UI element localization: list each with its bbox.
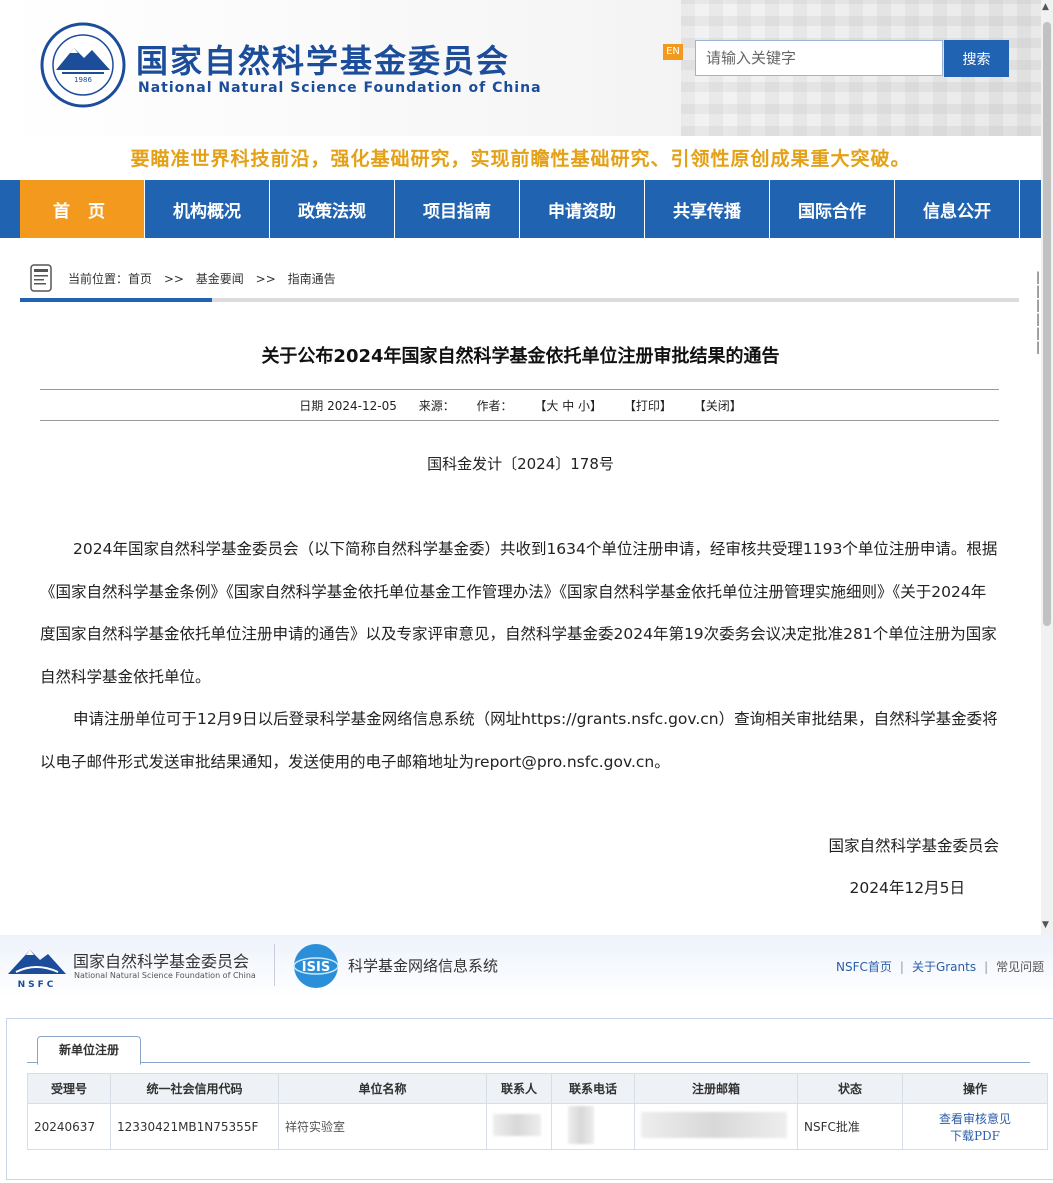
col-header: 统一社会信用代码 <box>110 1073 279 1104</box>
article-author: 作者： <box>476 399 513 413</box>
cell-unit-name: 祥符实验室 <box>278 1103 487 1150</box>
nav-funding[interactable]: 申请资助 <box>520 180 645 238</box>
nav-home[interactable]: 首 页 <box>20 180 145 238</box>
print-link[interactable]: 【打印】 <box>624 399 672 413</box>
search-button[interactable]: 搜索 <box>944 40 1009 77</box>
tab-underline <box>27 1062 1030 1063</box>
system-header: NSFC 国家自然科学基金委员会 National Natural Scienc… <box>0 936 1053 998</box>
nsfc-logo-text: NSFC <box>18 980 57 990</box>
article-meta: 日期 2024-12-05 来源： 作者： 【大 中 小】 【打印】 【关闭】 <box>0 397 1041 414</box>
scroll-up-icon[interactable]: ▲ <box>1042 2 1049 12</box>
cell-credit-code: 12330421MB1N75355F <box>110 1103 279 1150</box>
article-source: 来源： <box>418 399 455 413</box>
breadcrumb-separator: >> <box>255 272 276 286</box>
about-grants-link[interactable]: 关于Grants <box>912 960 976 974</box>
table-row: 20240637 12330421MB1N75355F 祥符实验室 NSFC批准… <box>27 1103 1048 1150</box>
article-paragraph: 申请注册单位可于12月9日以后登录科学基金网络信息系统（网址https://gr… <box>40 710 998 771</box>
system-top-links: NSFC首页 | 关于Grants | 常见问题 <box>836 960 1045 974</box>
nav-share[interactable]: 共享传播 <box>645 180 770 238</box>
article-body: 2024年国家自然科学基金委员会（以下简称自然科学基金委）共收到1634个单位注… <box>40 528 1000 783</box>
meta-divider <box>40 420 999 421</box>
col-header: 联系电话 <box>551 1073 635 1104</box>
nav-guide[interactable]: 项目指南 <box>395 180 520 238</box>
tab-new-unit-registration[interactable]: 新单位注册 <box>37 1036 141 1065</box>
cell-phone-redacted <box>551 1103 635 1150</box>
cell-contact-redacted <box>486 1103 552 1150</box>
cell-status: NSFC批准 <box>797 1103 903 1150</box>
meta-divider <box>40 389 999 390</box>
system-brand-subtitle: National Natural Science Foundation of C… <box>74 971 256 980</box>
col-header: 注册邮箱 <box>634 1073 798 1104</box>
col-header: 联系人 <box>486 1073 552 1104</box>
faq-link[interactable]: 常见问题 <box>996 960 1044 974</box>
english-switch[interactable]: EN <box>663 44 683 60</box>
table-header-row: 受理号 统一社会信用代码 单位名称 联系人 联系电话 注册邮箱 状态 操作 <box>27 1073 1048 1104</box>
header-divider <box>274 944 275 986</box>
isis-globe-logo: ISIS <box>293 944 339 988</box>
document-number: 国科金发计〔2024〕178号 <box>427 455 614 473</box>
article-page: 1986 国家自然科学基金委员会 National Natural Scienc… <box>0 0 1041 935</box>
system-title: 科学基金网络信息系统 <box>348 957 499 975</box>
search-input[interactable] <box>695 40 943 76</box>
col-header: 单位名称 <box>278 1073 487 1104</box>
registration-panel: 新单位注册 受理号 统一社会信用代码 单位名称 联系人 联系电话 注册邮箱 状态… <box>6 1018 1053 1180</box>
article-signature: 国家自然科学基金委员会 <box>828 837 999 855</box>
breadcrumb-separator: >> <box>163 272 184 286</box>
breadcrumb: 当前位置：首页 >> 基金要闻 >> 指南通告 <box>68 270 344 287</box>
site-header: 1986 国家自然科学基金委员会 National Natural Scienc… <box>0 0 1041 136</box>
slogan: 要瞄准世界科技前沿，强化基础研究，实现前瞻性基础研究、引领性原创成果重大突破。 <box>130 148 911 170</box>
article-sign-date: 2024年12月5日 <box>849 879 965 897</box>
nsfc-mountain-logo: NSFC <box>8 950 66 990</box>
main-nav: 首 页 机构概况 政策法规 项目指南 申请资助 共享传播 国际合作 信息公开 <box>0 180 1041 238</box>
download-pdf-link[interactable]: 下载PDF <box>909 1127 1041 1144</box>
nsfc-home-link[interactable]: NSFC首页 <box>836 960 892 974</box>
col-header: 受理号 <box>27 1073 111 1104</box>
seal-year: 1986 <box>74 76 92 84</box>
isis-logo-text: ISIS <box>302 960 330 975</box>
grants-system-panel: NSFC 国家自然科学基金委员会 National Natural Scienc… <box>0 936 1053 1183</box>
breadcrumb-divider-accent <box>20 298 212 302</box>
nav-about[interactable]: 机构概况 <box>145 180 270 238</box>
brand-subtitle: National Natural Science Foundation of C… <box>138 80 542 96</box>
scroll-down-icon[interactable]: ▼ <box>1042 920 1049 930</box>
nsfc-seal-logo: 1986 <box>40 22 126 108</box>
article-title: 关于公布2024年国家自然科学基金依托单位注册审批结果的通告 <box>261 346 780 367</box>
registration-table: 受理号 统一社会信用代码 单位名称 联系人 联系电话 注册邮箱 状态 操作 20… <box>27 1073 1048 1150</box>
cell-acceptance-id: 20240637 <box>27 1103 111 1150</box>
breadcrumb-news[interactable]: 基金要闻 <box>196 272 244 286</box>
col-header: 状态 <box>797 1073 903 1104</box>
font-size-control[interactable]: 【大 中 小】 <box>534 399 602 413</box>
article-date: 日期 2024-12-05 <box>299 399 397 413</box>
close-link[interactable]: 【关闭】 <box>694 399 742 413</box>
cell-actions: 查看审核意见 下载PDF <box>902 1103 1048 1150</box>
col-header: 操作 <box>902 1073 1048 1104</box>
breadcrumb-home[interactable]: 首页 <box>128 272 152 286</box>
location-icon <box>30 264 52 292</box>
breadcrumb-label: 当前位置： <box>68 272 129 286</box>
nav-disclosure[interactable]: 信息公开 <box>895 180 1020 238</box>
scrollbar-thumb[interactable] <box>1043 22 1051 626</box>
system-brand-title: 国家自然科学基金委员会 <box>73 952 250 971</box>
cell-email-redacted <box>634 1103 798 1150</box>
article-paragraph: 2024年国家自然科学基金委员会（以下简称自然科学基金委）共收到1634个单位注… <box>40 540 998 686</box>
brand-title[interactable]: 国家自然科学基金委员会 <box>136 36 510 82</box>
edge-marks-icon: | | | | | | <box>1036 270 1041 354</box>
breadcrumb-notice[interactable]: 指南通告 <box>288 272 336 286</box>
nav-policy[interactable]: 政策法规 <box>270 180 395 238</box>
nav-international[interactable]: 国际合作 <box>770 180 895 238</box>
view-review-link[interactable]: 查看审核意见 <box>909 1110 1041 1127</box>
